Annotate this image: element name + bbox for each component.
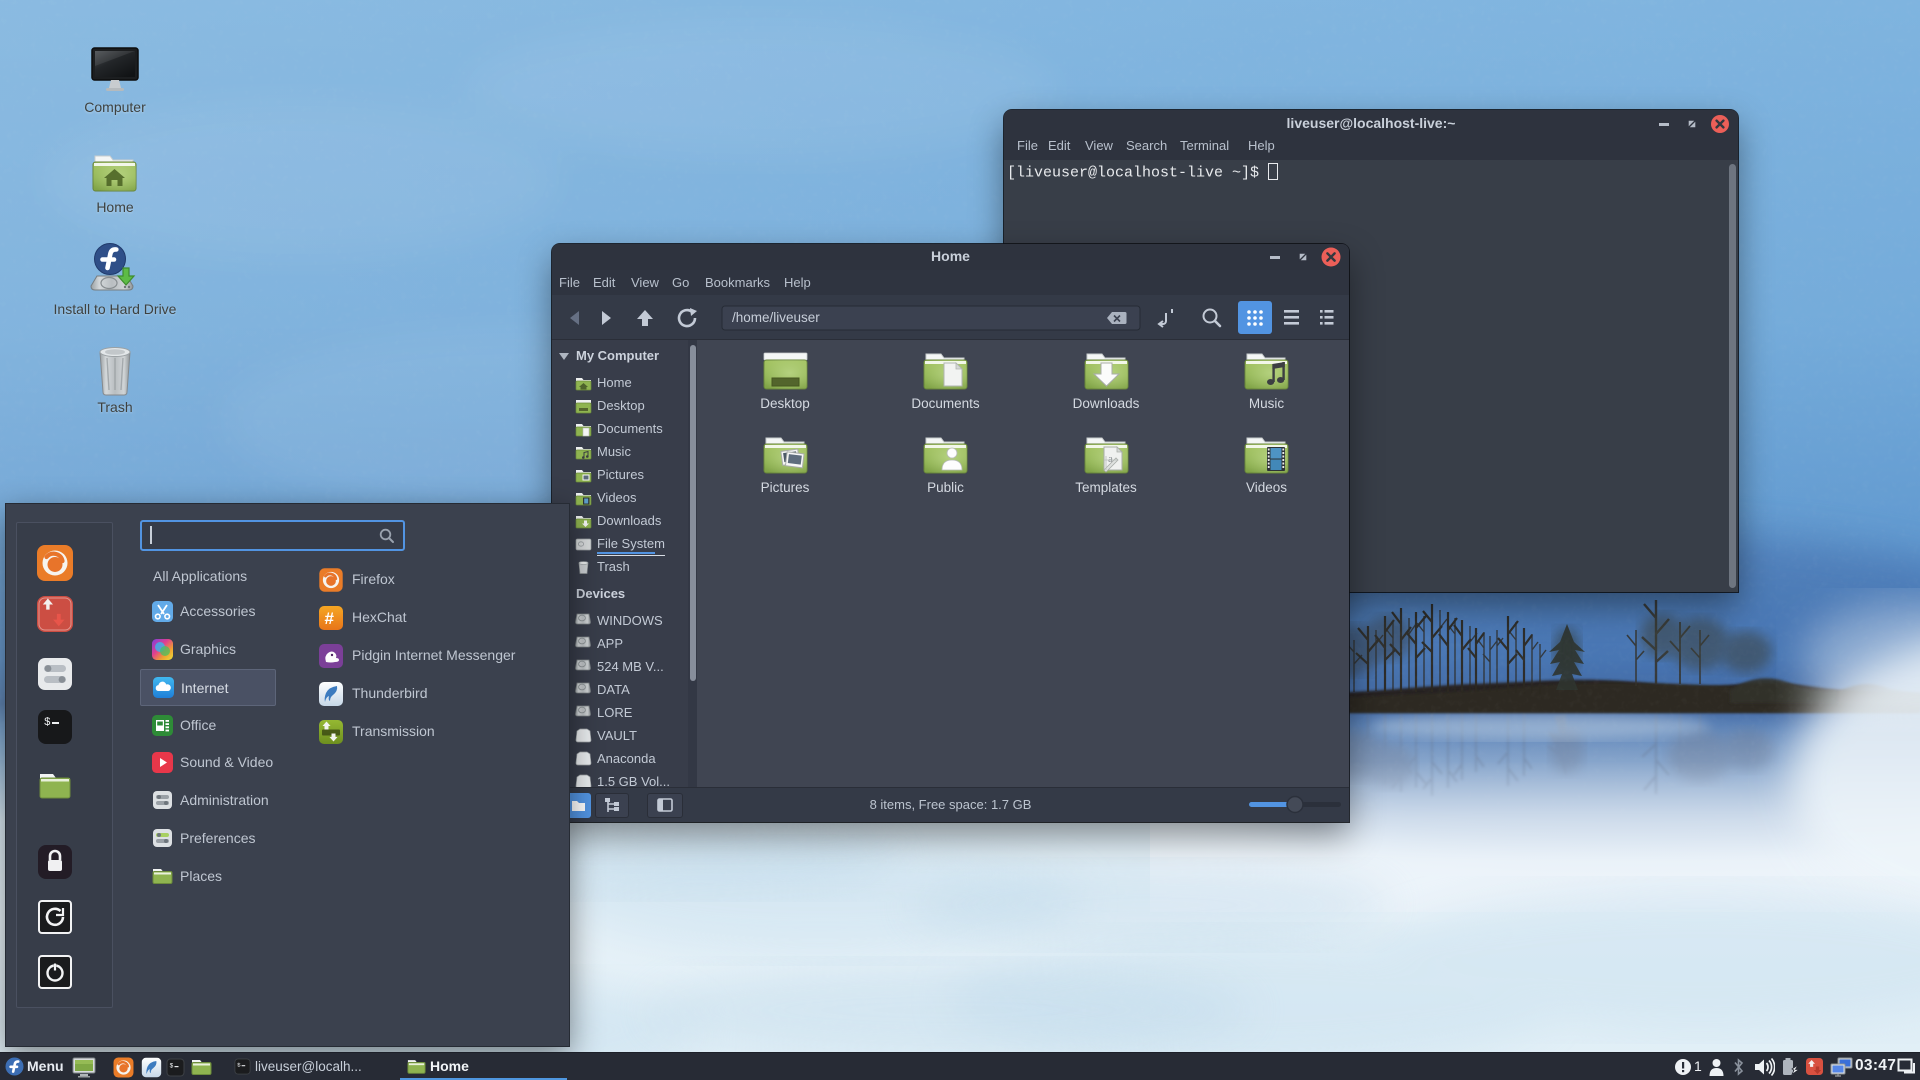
svg-text:$: $ (237, 1062, 241, 1069)
svg-text:$: $ (44, 717, 51, 729)
svg-text:#: # (325, 609, 335, 628)
svg-text:/home/liveuser: /home/liveuser (732, 310, 820, 325)
svg-text:$: $ (170, 1063, 174, 1070)
